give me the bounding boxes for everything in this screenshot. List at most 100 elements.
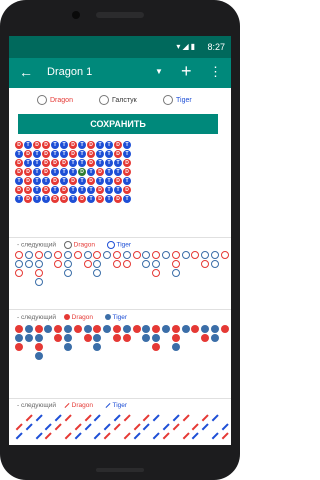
- bead-dragon: D: [42, 186, 50, 194]
- slash-mark: [152, 432, 160, 440]
- back-arrow-icon[interactable]: ←: [19, 64, 33, 80]
- bead-tiger: T: [69, 168, 77, 176]
- bead-tiger: T: [15, 195, 23, 203]
- dragon-mark: [152, 343, 161, 351]
- tiger-mark: [201, 325, 210, 333]
- slash-mark: [113, 423, 121, 431]
- section-2-header: - следующий Dragon Tiger: [17, 314, 127, 321]
- bead-dragon: D: [123, 159, 131, 167]
- bead-dragon: D: [60, 186, 68, 194]
- caret-down-icon[interactable]: ▼: [155, 67, 163, 76]
- radio-tiger[interactable]: Tiger: [163, 95, 192, 105]
- bead-tiger: T: [60, 177, 68, 185]
- bead-tiger: T: [42, 177, 50, 185]
- bead-dragon: D: [51, 195, 59, 203]
- tiger-mark: [162, 251, 170, 259]
- dragon-mark: [54, 334, 63, 342]
- tiger-mark: [34, 260, 43, 268]
- bead-tiger: T: [96, 150, 104, 158]
- dragon-mark: [201, 260, 210, 268]
- dragon-mark: [220, 325, 229, 333]
- dragon-mark: [132, 251, 141, 259]
- tiger-mark: [15, 334, 23, 342]
- bead-tiger: T: [114, 186, 122, 194]
- bead-dragon: D: [24, 186, 32, 194]
- tiger-mark: [162, 325, 170, 333]
- radio-tie[interactable]: Галстук: [99, 95, 137, 105]
- dragon-mark: [201, 334, 210, 342]
- next-label: - следующий: [17, 402, 57, 409]
- bead-tiger: T: [105, 150, 113, 158]
- bead-tiger: T: [60, 150, 68, 158]
- game-title[interactable]: Dragon 1: [47, 66, 92, 78]
- dragon-mark: [34, 343, 43, 351]
- dragon-mark: [15, 343, 23, 351]
- tiger-mark: [64, 269, 72, 277]
- bead-dragon: D: [51, 159, 59, 167]
- bead-dragon: D: [42, 168, 50, 176]
- bead-dragon: D: [87, 141, 95, 149]
- slash-mark: [15, 432, 23, 440]
- bottom-speaker: [96, 468, 144, 472]
- tiger-mark: [142, 334, 151, 342]
- bead-dragon: D: [114, 195, 122, 203]
- tiger-mark: [34, 352, 43, 360]
- radio-circle[interactable]: [99, 95, 109, 105]
- slash-mark: [143, 423, 150, 431]
- bead-dragon: D: [114, 141, 122, 149]
- slash-mark: [172, 414, 180, 422]
- dragon-mark: [113, 251, 121, 259]
- slash-mark: [64, 432, 72, 440]
- plus-icon[interactable]: +: [181, 62, 192, 80]
- dragon-mark: [54, 325, 63, 333]
- slash-mark: [211, 414, 219, 422]
- bead-tiger: T: [15, 177, 23, 185]
- radio-dragon-label: Dragon: [50, 96, 73, 104]
- radio-circle[interactable]: [163, 95, 173, 105]
- dragon-mark: [122, 334, 131, 342]
- slash-mark: [84, 414, 91, 422]
- bead-dragon: D: [78, 168, 86, 176]
- bead-tiger: T: [96, 141, 104, 149]
- tiger-mark: [93, 260, 102, 268]
- bead-tiger: T: [123, 195, 131, 203]
- bead-tiger: T: [78, 150, 86, 158]
- bead-tiger: T: [33, 177, 41, 185]
- bead-dragon: D: [15, 168, 23, 176]
- tiger-mark: [142, 251, 151, 259]
- bead-dragon: D: [123, 186, 131, 194]
- slash-mark: [192, 432, 199, 440]
- radio-dragon[interactable]: Dragon: [37, 95, 73, 105]
- dragon-mark: [54, 260, 63, 268]
- bead-tiger: T: [96, 159, 104, 167]
- more-vert-icon[interactable]: ⋮: [209, 64, 222, 80]
- tiger-mark: [211, 260, 219, 268]
- dragon-mark: [15, 251, 23, 259]
- tiger-mark: [211, 251, 219, 259]
- dragon-mark: [83, 260, 92, 268]
- dragon-mark: [191, 325, 200, 333]
- dragon-mark: [171, 260, 180, 268]
- bead-dragon: D: [69, 177, 77, 185]
- bead-tiger: T: [33, 168, 41, 176]
- save-button[interactable]: СОХРАНИТЬ: [18, 114, 218, 134]
- bead-tiger: T: [60, 141, 68, 149]
- dragon-mark: [34, 269, 43, 277]
- tiger-mark: [152, 334, 161, 342]
- slash-mark: [133, 423, 140, 431]
- dragon-ring-icon: [63, 241, 72, 249]
- bead-dragon: D: [114, 150, 122, 158]
- bead-dragon: D: [42, 141, 50, 149]
- bead-tiger: T: [69, 186, 77, 194]
- radio-circle[interactable]: [37, 95, 47, 105]
- section-3-header: - следующий Dragon Tiger: [17, 402, 127, 409]
- tiger-mark: [171, 269, 180, 277]
- result-radio-group: Dragon Галстук Tiger: [9, 94, 231, 110]
- dragon-mark: [171, 251, 180, 259]
- bead-tiger: T: [105, 168, 113, 176]
- dragon-mark: [15, 269, 23, 277]
- bead-dragon: D: [60, 195, 68, 203]
- bead-tiger: T: [51, 141, 59, 149]
- slash-mark: [221, 432, 229, 440]
- slash-mark: [45, 423, 52, 431]
